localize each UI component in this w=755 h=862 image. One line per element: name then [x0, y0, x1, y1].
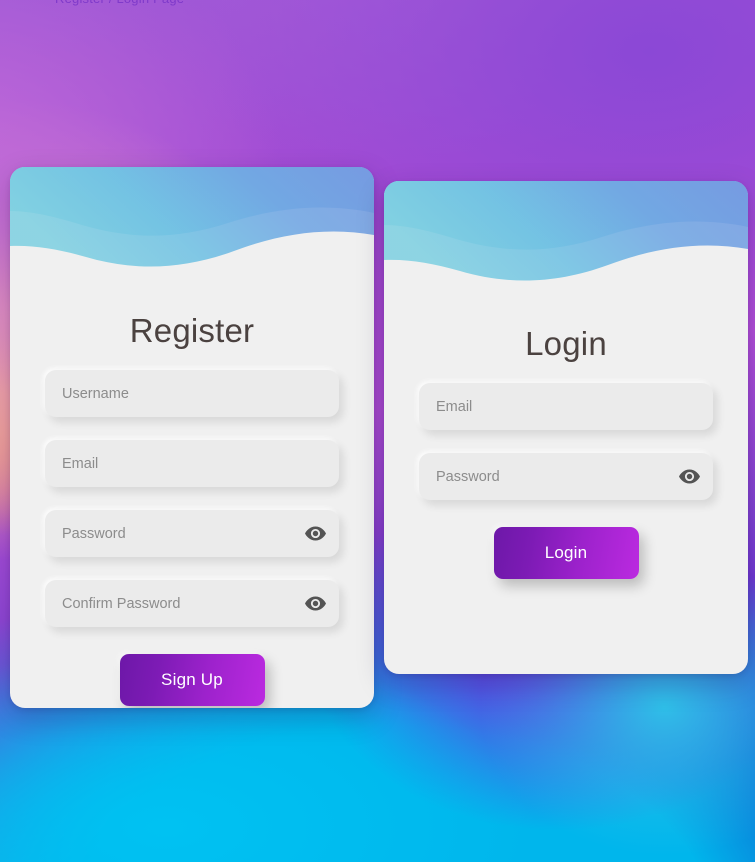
login-email-input[interactable]: [419, 383, 713, 430]
register-email-field-wrapper: [45, 440, 339, 487]
confirm-password-input[interactable]: [45, 580, 339, 627]
register-submit-row: Sign Up: [45, 654, 339, 706]
register-password-eye-icon[interactable]: [302, 521, 328, 547]
login-button[interactable]: Login: [493, 527, 639, 579]
login-title: Login: [525, 325, 607, 362]
confirm-password-field-wrapper: [45, 580, 339, 627]
login-password-input[interactable]: [419, 453, 713, 500]
top-clipped-text: Register / Login Page: [55, 0, 184, 6]
register-wave-header: [10, 167, 374, 291]
register-card: Register Username Email Password Confirm…: [10, 167, 374, 708]
register-card-body: Register Username Email Password Confirm…: [10, 291, 374, 708]
login-card: Login Login: [384, 181, 748, 674]
register-password-field-wrapper: [45, 510, 339, 557]
login-password-field-wrapper: [419, 453, 713, 500]
sign-up-button[interactable]: Sign Up: [119, 654, 265, 706]
login-card-body: Login Login: [384, 305, 748, 674]
login-password-eye-icon[interactable]: [676, 464, 702, 490]
username-field-wrapper: [45, 370, 339, 417]
register-email-input[interactable]: [45, 440, 339, 487]
login-email-field-wrapper: [419, 383, 713, 430]
confirm-password-eye-icon[interactable]: [302, 591, 328, 617]
login-submit-row: Login: [419, 527, 713, 579]
username-input[interactable]: [45, 370, 339, 417]
login-wave-header: [384, 181, 748, 305]
register-password-input[interactable]: [45, 510, 339, 557]
page-root: Register / Login Page: [0, 0, 755, 862]
register-title: Register: [129, 312, 255, 349]
